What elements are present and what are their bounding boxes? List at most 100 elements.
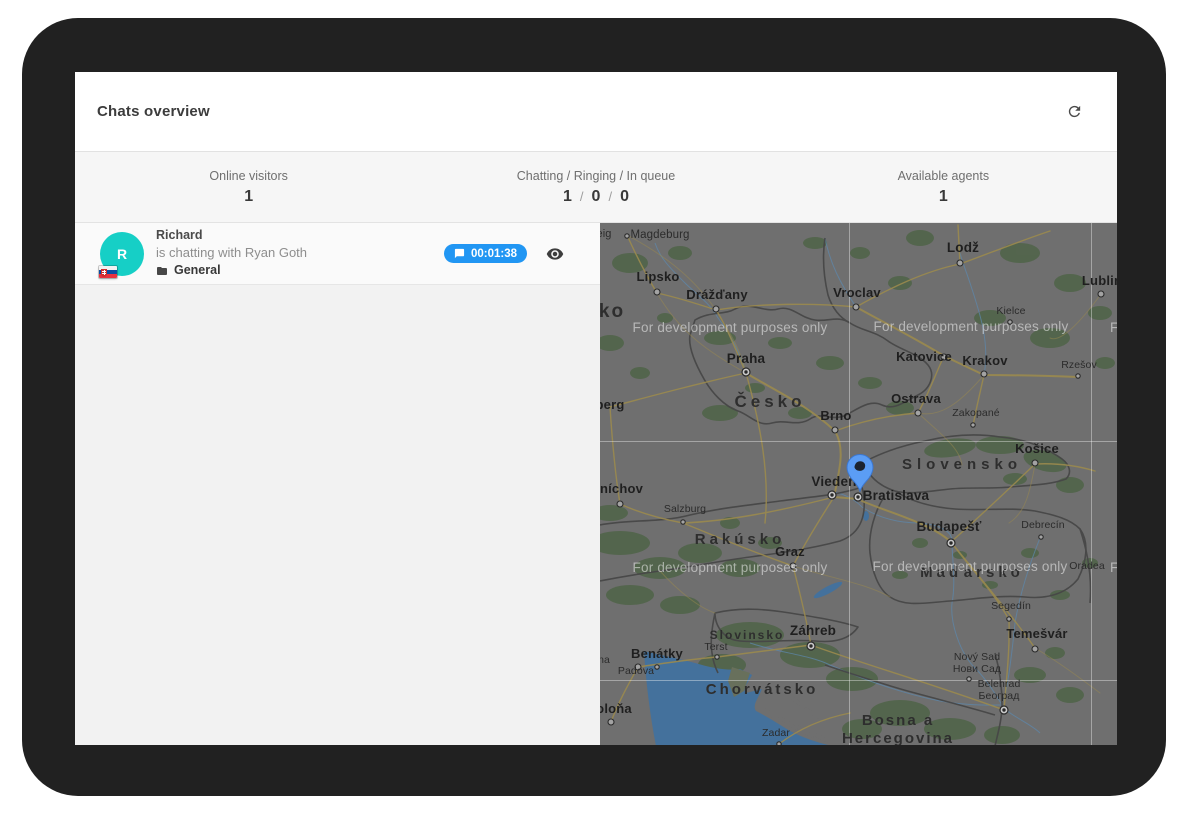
map-city-marker	[830, 493, 833, 496]
map-city-label: Bratislava	[863, 488, 930, 503]
chat-list-panel: R Richard is chatting with Ryan Goth	[75, 223, 600, 745]
map[interactable]: koČeskoSlovenskoRakúskoMaďarskoSlovinsko…	[600, 223, 1117, 745]
department-label: General	[174, 263, 221, 279]
refresh-icon	[1066, 103, 1083, 120]
chat-duration-badge[interactable]: 00:01:38	[444, 244, 527, 263]
map-town-label: Nový Sad	[954, 651, 1000, 663]
map-city-label: berg	[600, 397, 624, 412]
map-city-label: Katovice	[896, 349, 952, 364]
map-city-label: Praha	[727, 351, 766, 366]
stat-label: Online visitors	[209, 169, 288, 183]
map-city-marker	[713, 306, 719, 312]
visitor-name: Richard	[156, 228, 444, 244]
map-country-label: ko	[600, 301, 625, 322]
map-town-label: eig	[600, 228, 611, 240]
map-city-marker	[1039, 535, 1043, 539]
map-city-marker	[681, 520, 685, 524]
map-city-marker	[981, 371, 987, 377]
page-title: Chats overview	[97, 103, 210, 120]
map-city-label: oloňa	[600, 701, 632, 716]
map-city-marker	[949, 541, 952, 544]
map-city-marker	[625, 234, 629, 238]
map-town-label: Debrecín	[1021, 519, 1064, 531]
map-city-label: Budapešť	[916, 519, 981, 534]
map-town-label: Нови Сад	[953, 663, 1001, 675]
map-country-label: Rakúsko	[695, 531, 786, 548]
map-town-label: Kielce	[996, 305, 1025, 317]
map-country-label: Hercegovina	[842, 730, 954, 745]
map-city-marker	[971, 423, 975, 427]
chat-bubble-icon	[454, 248, 465, 259]
map-country-label: Slovensko	[902, 456, 1022, 473]
map-town-label: Zadar	[762, 727, 790, 739]
map-city-marker	[1002, 708, 1005, 711]
map-town-label: Padova	[618, 665, 654, 677]
map-city-marker	[1032, 460, 1038, 466]
map-city-marker	[809, 644, 812, 647]
chat-duration: 00:01:38	[471, 248, 517, 260]
map-city-marker	[617, 501, 623, 507]
stat-value: 1/0/0	[563, 189, 629, 205]
map-city-marker	[856, 495, 859, 498]
map-city-marker	[915, 410, 921, 416]
map-country-label: Bosna a	[862, 712, 934, 729]
map-city-label: Benátky	[631, 646, 684, 661]
view-chat-button[interactable]	[542, 241, 568, 267]
content: R Richard is chatting with Ryan Goth	[75, 223, 1117, 745]
stats-bar: Online visitors 1 Chatting / Ringing / I…	[75, 152, 1117, 223]
stat-value: 1	[244, 189, 253, 205]
map-city-label: Mníchov	[600, 481, 644, 496]
map-city-marker	[957, 260, 963, 266]
stat-value: 1	[939, 189, 948, 205]
slovakia-flag-icon	[99, 266, 117, 278]
stat-label: Chatting / Ringing / In queue	[517, 169, 675, 183]
map-city-marker	[608, 719, 614, 725]
map-city-marker	[1098, 291, 1104, 297]
app-header: Chats overview	[75, 72, 1117, 152]
map-city-label: Ostrava	[891, 391, 941, 406]
map-city-marker	[715, 655, 719, 659]
map-city-marker	[832, 427, 838, 433]
stat-available-agents: Available agents 1	[770, 152, 1117, 222]
map-watermark: For development purposes only	[633, 320, 828, 335]
map-town-label: Segedín	[991, 600, 1031, 612]
avatar: R	[100, 232, 144, 276]
map-watermark: For development purposes only	[633, 560, 828, 575]
map-watermark: For development purposes only	[1110, 560, 1117, 575]
eye-icon	[546, 245, 564, 263]
chat-status-text: is chatting with Ryan Goth	[156, 245, 444, 261]
map-town-label: Terst	[704, 641, 727, 653]
map-city-label: Košice	[1015, 441, 1059, 456]
map-town-label: Zakopané	[952, 407, 1000, 419]
map-city-label: Brno	[820, 408, 851, 423]
map-country-label: Chorvátsko	[706, 681, 819, 698]
map-city-label: Graz	[775, 544, 805, 559]
map-town-label: Београд	[979, 690, 1020, 702]
map-town-label: Rzešov	[1061, 359, 1097, 371]
map-city-label: Krakov	[962, 353, 1008, 368]
map-city-marker	[1076, 374, 1080, 378]
map-city-label: Vroclav	[833, 285, 881, 300]
stat-chatting-ringing-queue: Chatting / Ringing / In queue 1/0/0	[422, 152, 769, 222]
map-city-marker	[1007, 617, 1011, 621]
chat-list-item[interactable]: R Richard is chatting with Ryan Goth	[75, 223, 600, 285]
refresh-button[interactable]	[1062, 99, 1087, 124]
chat-department: General	[156, 263, 444, 279]
map-city-label: Lublin	[1082, 273, 1117, 288]
map-watermark: For development purposes only	[874, 319, 1069, 334]
map-town-label: Salzburg	[664, 503, 706, 515]
folder-icon	[156, 265, 168, 277]
map-city-marker	[967, 677, 971, 681]
map-city-label: Lodž	[947, 240, 979, 255]
stat-label: Available agents	[898, 169, 990, 183]
map-watermark: For development purposes only	[1110, 320, 1117, 335]
map-city-marker	[655, 665, 659, 669]
map-city-label: Temešvár	[1006, 626, 1067, 641]
map-town-label: Magdeburg	[630, 229, 689, 241]
map-canvas: koČeskoSlovenskoRakúskoMaďarskoSlovinsko…	[600, 223, 1117, 745]
map-city-label: Drážďany	[686, 287, 748, 302]
map-town-label: Oradea	[1069, 560, 1105, 572]
map-country-label: Slovinsko	[710, 628, 785, 642]
stage: Chats overview Online visitors 1 Chattin…	[0, 0, 1188, 818]
map-city-marker	[1032, 646, 1038, 652]
